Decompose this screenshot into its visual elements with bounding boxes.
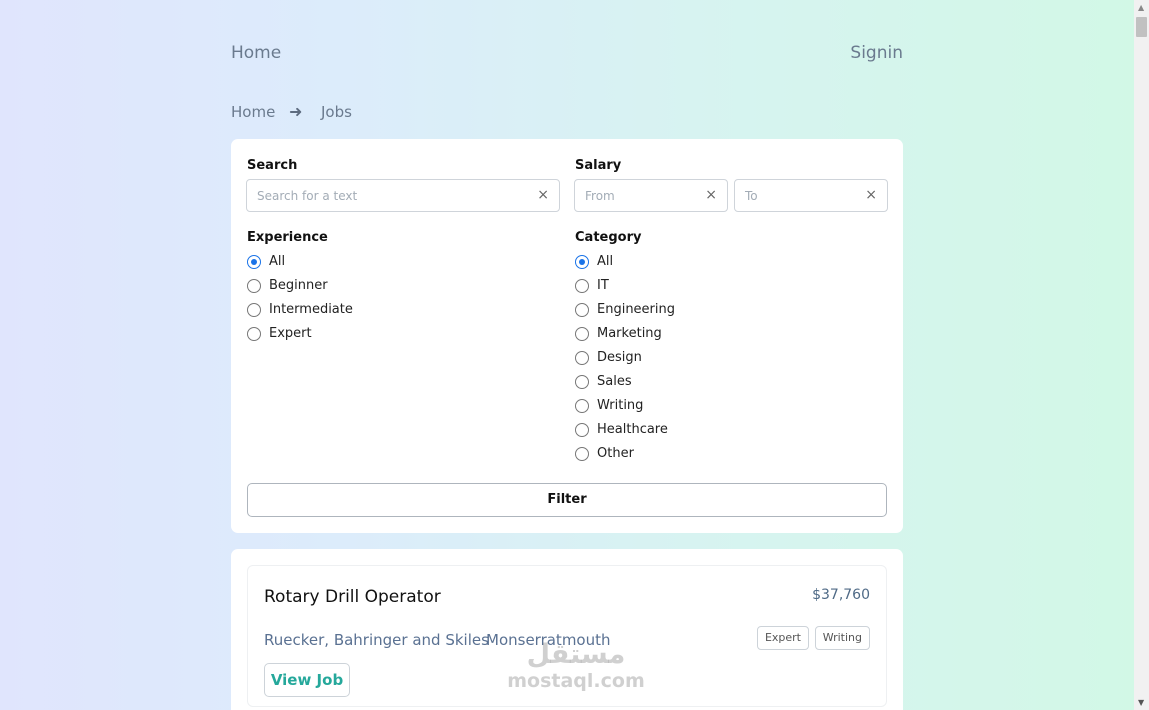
category-option-label: Marketing	[597, 326, 662, 341]
view-job-button[interactable]: View Job	[264, 663, 350, 697]
clear-salary-to-icon[interactable]: ×	[865, 187, 877, 203]
category-label: Category	[575, 230, 642, 245]
salary-label: Salary	[575, 158, 622, 173]
category-radio[interactable]	[575, 327, 589, 341]
page-scrollbar[interactable]: ▲ ▼	[1134, 0, 1149, 710]
scroll-down-icon[interactable]: ▼	[1138, 698, 1144, 707]
salary-to-placeholder: To	[745, 189, 758, 203]
top-nav: Home Signin	[231, 43, 903, 67]
salary-to-input[interactable]: To ×	[734, 179, 888, 212]
clear-salary-from-icon[interactable]: ×	[705, 187, 717, 203]
experience-option-label: All	[269, 254, 286, 269]
job-list-card: Rotary Drill Operator $37,760 Ruecker, B…	[231, 549, 903, 710]
category-radio[interactable]	[575, 255, 589, 269]
category-radio[interactable]	[575, 303, 589, 317]
nav-signin-link[interactable]: Signin	[850, 43, 903, 63]
category-option-label: Sales	[597, 374, 632, 389]
job-company: Ruecker, Bahringer and Skiles	[264, 631, 489, 649]
experience-option-label: Expert	[269, 326, 312, 341]
search-placeholder: Search for a text	[257, 189, 358, 203]
job-tag-experience: Expert	[756, 626, 809, 650]
category-option-label: Other	[597, 446, 634, 461]
category-radio[interactable]	[575, 351, 589, 365]
filter-card: Search Search for a text × Salary From ×…	[231, 139, 903, 533]
job-card: Rotary Drill Operator $37,760 Ruecker, B…	[247, 565, 887, 707]
category-option-label: Design	[597, 350, 642, 365]
nav-home-link[interactable]: Home	[231, 43, 281, 63]
category-option-label: All	[597, 254, 614, 269]
category-radio[interactable]	[575, 447, 589, 461]
category-radio[interactable]	[575, 375, 589, 389]
experience-option-label: Beginner	[269, 278, 328, 293]
arrow-right-icon: ➜	[289, 102, 303, 121]
experience-radio[interactable]	[247, 279, 261, 293]
scroll-up-icon[interactable]: ▲	[1138, 3, 1144, 12]
category-radio[interactable]	[575, 279, 589, 293]
scrollbar-thumb[interactable]	[1136, 17, 1147, 37]
search-input[interactable]: Search for a text ×	[246, 179, 560, 212]
search-label: Search	[247, 158, 298, 173]
job-tag-category: Writing	[814, 626, 870, 650]
experience-radio[interactable]	[247, 327, 261, 341]
job-location: Monserratmouth	[486, 631, 611, 649]
category-option-label: Engineering	[597, 302, 675, 317]
job-title: Rotary Drill Operator	[264, 587, 441, 607]
job-salary: $37,760	[812, 587, 870, 603]
salary-from-placeholder: From	[585, 189, 615, 203]
experience-label: Experience	[247, 230, 328, 245]
category-radio[interactable]	[575, 423, 589, 437]
category-option-label: Healthcare	[597, 422, 668, 437]
category-option-label: IT	[597, 278, 609, 293]
filter-button[interactable]: Filter	[247, 483, 887, 517]
experience-radio[interactable]	[247, 303, 261, 317]
experience-radio[interactable]	[247, 255, 261, 269]
category-radio[interactable]	[575, 399, 589, 413]
experience-option-label: Intermediate	[269, 302, 353, 317]
breadcrumb-current: Jobs	[321, 103, 352, 121]
breadcrumb-home-link[interactable]: Home	[231, 103, 275, 121]
salary-from-input[interactable]: From ×	[574, 179, 728, 212]
clear-search-icon[interactable]: ×	[537, 187, 549, 203]
category-option-label: Writing	[597, 398, 644, 413]
